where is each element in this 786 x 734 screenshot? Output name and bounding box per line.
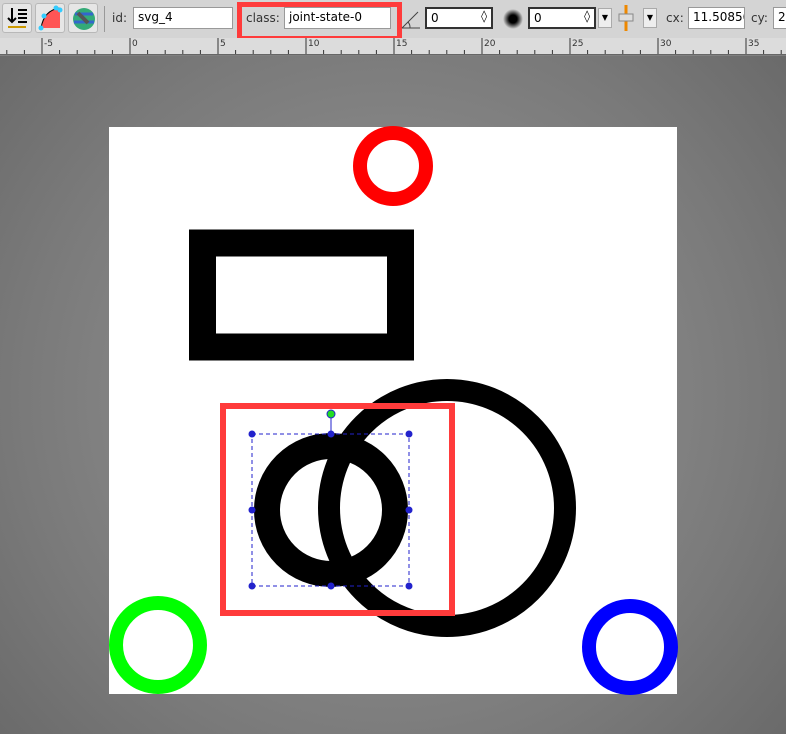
resize-grip[interactable] — [248, 430, 256, 438]
large-black-circle[interactable] — [318, 379, 576, 637]
blue-circle[interactable] — [582, 599, 678, 695]
resize-grip[interactable] — [248, 582, 256, 590]
green-circle[interactable] — [109, 596, 207, 694]
resize-grip[interactable] — [405, 430, 413, 438]
resize-grip[interactable] — [405, 506, 413, 514]
rotate-handle[interactable] — [326, 409, 336, 419]
black-rectangle[interactable] — [189, 229, 414, 361]
resize-grip[interactable] — [248, 506, 256, 514]
drawing — [109, 126, 678, 695]
resize-grip[interactable] — [327, 430, 335, 438]
resize-grip[interactable] — [327, 582, 335, 590]
resize-grip[interactable] — [405, 582, 413, 590]
red-circle[interactable] — [353, 126, 433, 206]
